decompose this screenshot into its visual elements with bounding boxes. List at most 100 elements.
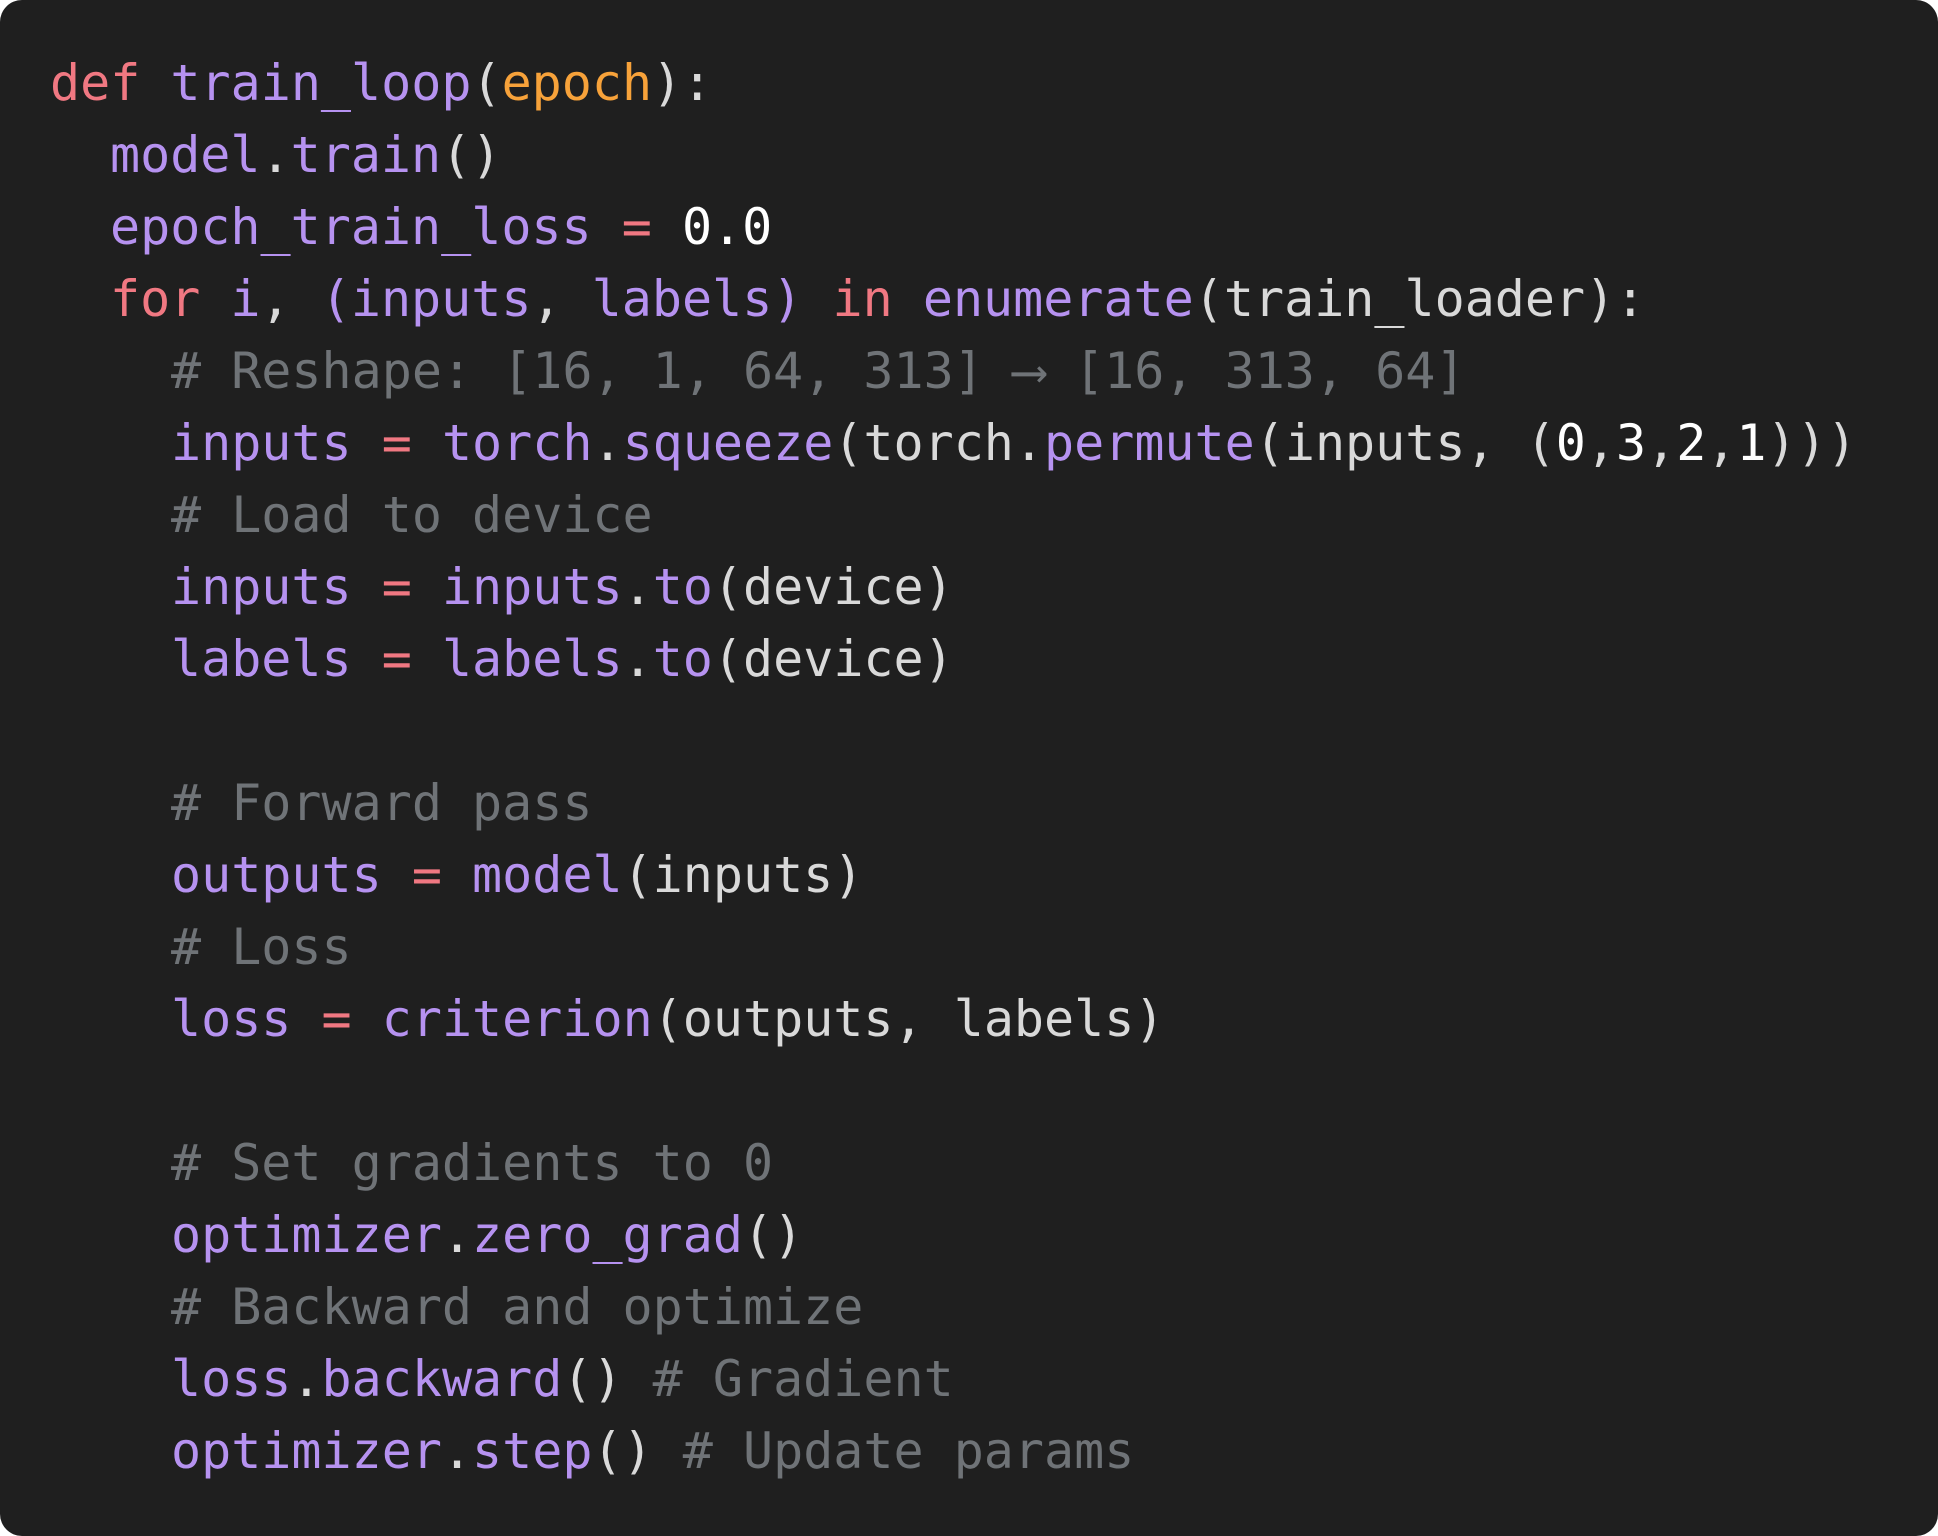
punctuation-token: , [1706,414,1737,472]
identifier-token: inputs [171,558,352,616]
code-line: inputs = inputs.to(device) [50,551,1857,623]
operator-token: = [381,414,412,472]
punctuation-token: . [622,630,653,688]
punctuation-token: , [1585,414,1616,472]
punctuation-token: ( [471,54,502,112]
keyword-token: def [50,54,141,112]
code-line: # Loss [50,911,1857,983]
punctuation-token: () [592,1422,683,1480]
punctuation-token: () [441,126,502,184]
punctuation-token: (inputs, ( [1254,414,1556,472]
punctuation-token: ))) [1766,414,1857,472]
number-token: 0.0 [681,198,773,256]
identifier-token: i [230,270,261,328]
identifier-token: loss [171,990,292,1048]
code-line: epoch_train_loss = 0.0 [50,191,1857,263]
number-token: 2 [1676,414,1707,472]
identifier-token: train_loop [170,54,472,112]
keyword-token: in [832,270,893,328]
punctuation-token: . [592,414,623,472]
identifier-token: model [472,846,623,904]
code-line: # Reshape: [16, 1, 64, 313] ⟶ [16, 313, … [50,335,1857,407]
comment-token: # Forward pass [171,774,593,832]
keyword-token: for [110,270,201,328]
identifier-token: epoch_train_loss [110,198,592,256]
identifier-token: enumerate [922,270,1194,328]
number-token: 1 [1736,414,1767,472]
code-line: inputs = torch.squeeze(torch.permute(inp… [50,407,1857,479]
number-token: 3 [1615,414,1647,472]
punctuation-token: . [291,1350,322,1408]
identifier-token: labels [171,630,352,688]
punctuation-token: , [260,270,321,328]
code-block[interactable]: def train_loop(epoch): model.train() epoch… [50,47,1857,1487]
punctuation-token: (device) [712,558,954,616]
number-token: 0 [1555,414,1586,472]
punctuation-token: (outputs, labels) [652,990,1165,1048]
punctuation-token: . [260,126,291,184]
code-line: def train_loop(epoch): [50,47,1857,119]
comment-token: # Update params [682,1422,1135,1480]
punctuation-token: ): [652,54,713,112]
identifier-token: train [290,126,442,184]
code-line: loss = criterion(outputs, labels) [50,983,1857,1055]
code-line: # Forward pass [50,767,1857,839]
punctuation-token: (inputs) [622,846,864,904]
punctuation-token: () [562,1350,653,1408]
identifier-token: loss [171,1350,292,1408]
punctuation-token: . [441,1422,473,1480]
identifier-token: to [652,630,713,688]
identifier-token: zero_grad [472,1206,743,1264]
operator-token: = [321,990,352,1048]
identifier-token: inputs [171,414,352,472]
comment-token: # Set gradients to 0 [171,1134,774,1192]
code-line: outputs = model(inputs) [50,839,1857,911]
code-line: # Backward and optimize [50,1271,1857,1343]
punctuation-token: . [441,1206,473,1264]
identifier-token: to [652,558,713,616]
code-line: labels = labels.to(device) [50,623,1857,695]
blank-code-line [50,695,1857,767]
operator-token: = [381,630,412,688]
code-window: def train_loop(epoch): model.train() epoch… [0,0,1938,1536]
punctuation-token: . [622,558,653,616]
comment-token: # Gradient [652,1350,954,1408]
code-line: # Load to device [50,479,1857,551]
comment-token: # Backward and optimize [171,1278,864,1336]
punctuation-token: () [742,1206,804,1264]
code-line: optimizer.zero_grad() [50,1199,1857,1271]
operator-token: = [621,198,652,256]
identifier-token: outputs [171,846,382,904]
punctuation-token: , [531,270,592,328]
identifier-token: labels [441,630,623,688]
punctuation-token: , [1646,414,1677,472]
operator-token: = [381,558,412,616]
code-line: optimizer.step() # Update params [50,1415,1857,1487]
punctuation-token: (torch. [833,414,1045,472]
identifier-token: step [472,1422,593,1480]
identifier-token: inputs [441,558,623,616]
identifier-token: criterion [381,990,653,1048]
operator-token: = [411,846,442,904]
identifier-token: backward [321,1350,563,1408]
identifier-token: optimizer [171,1206,442,1264]
code-line: # Set gradients to 0 [50,1127,1857,1199]
punctuation-token: (train_loader): [1193,270,1646,328]
identifier-token: permute [1044,414,1255,472]
blank-code-line [50,1055,1857,1127]
punctuation-token: (device) [712,630,954,688]
code-line: for i, (inputs, labels) in enumerate(tra… [50,263,1857,335]
